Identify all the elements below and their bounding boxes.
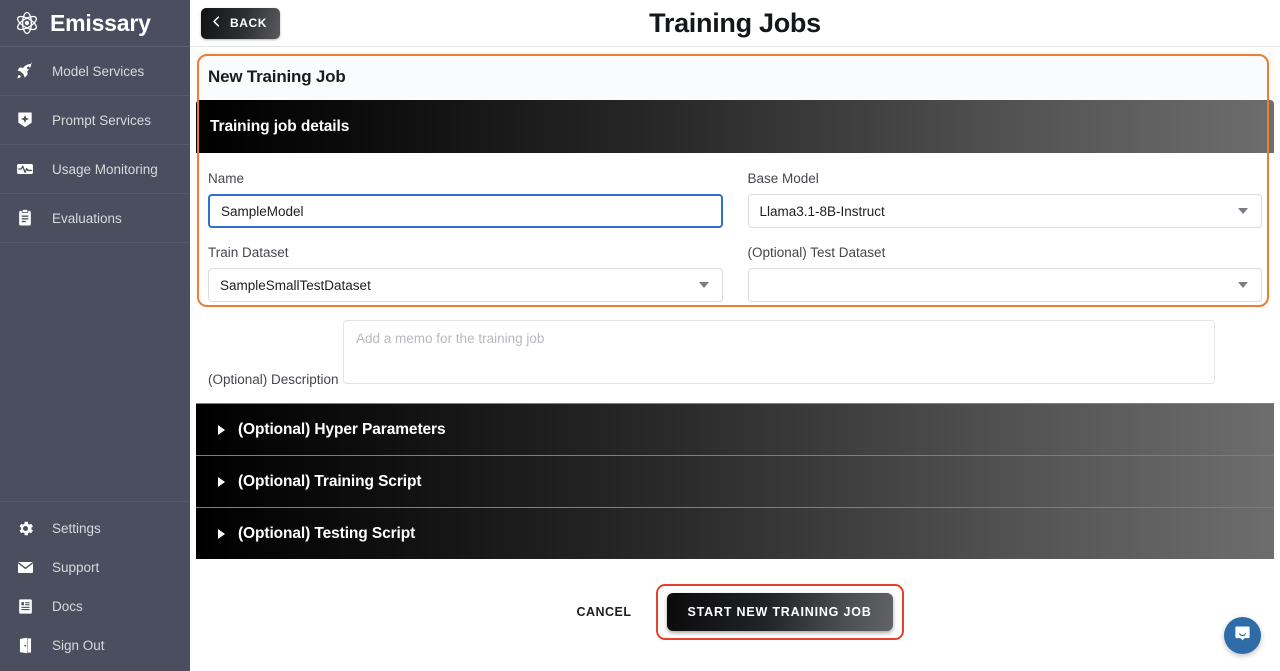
chevron-left-icon [209,14,224,32]
sidebar-item-support[interactable]: Support [0,548,190,587]
form-actions: CANCEL START NEW TRAINING JOB [196,559,1274,640]
test-dataset-select[interactable] [747,268,1262,302]
back-button-label: BACK [230,16,268,30]
cancel-button[interactable]: CANCEL [566,597,641,627]
accordion-label: (Optional) Testing Script [238,524,416,542]
envelope-icon [14,557,36,579]
sidebar-item-label: Settings [52,521,101,536]
rocket-icon [14,60,36,82]
chevron-down-icon [1238,282,1248,288]
accordion-label: (Optional) Hyper Parameters [238,420,446,438]
sidebar-item-evaluations[interactable]: Evaluations [0,194,190,243]
name-input[interactable] [208,194,723,228]
field-train-dataset: Train Dataset SampleSmallTestDataset [208,245,723,302]
test-dataset-label: (Optional) Test Dataset [747,245,886,260]
sidebar-item-label: Sign Out [52,638,105,653]
sidebar-item-model-services[interactable]: Model Services [0,47,190,96]
description-section: (Optional) Description [196,312,1274,403]
train-dataset-value: SampleSmallTestDataset [220,277,371,293]
sign-out-icon [14,635,36,657]
top-bar: BACK Training Jobs [190,0,1280,47]
activity-monitor-icon [14,158,36,180]
gear-icon [14,518,36,540]
page-title: Training Jobs [649,7,821,38]
details-header-label: Training job details [210,117,350,135]
description-textarea[interactable] [343,320,1216,384]
sidebar-item-docs[interactable]: Docs [0,587,190,626]
brand-name: Emissary [50,9,151,36]
document-icon [14,596,36,618]
train-dataset-label: Train Dataset [208,245,289,260]
field-base-model: Base Model Llama3.1-8B-Instruct [747,171,1262,228]
sidebar-item-label: Usage Monitoring [52,161,158,177]
sidebar-item-label: Prompt Services [52,112,152,128]
prompt-badge-icon [14,109,36,131]
sidebar-item-label: Model Services [52,63,145,79]
emissary-atom-logo-icon [13,9,41,37]
accordion-training-script[interactable]: (Optional) Training Script [196,455,1274,507]
base-model-label: Base Model [747,171,819,186]
triangle-right-icon [218,424,225,435]
training-job-form: Name Base Model Llama3.1-8B-Instruct Tra [196,153,1274,312]
sidebar-item-usage-monitoring[interactable]: Usage Monitoring [0,145,190,194]
base-model-select[interactable]: Llama3.1-8B-Instruct [747,194,1262,228]
main-content: BACK Training Jobs New Training Job Trai… [190,0,1280,671]
accordion-hyper-parameters[interactable]: (Optional) Hyper Parameters [196,403,1274,455]
sidebar-spacer [0,243,190,502]
app-root: Emissary Model Services Prompt Services … [0,0,1280,671]
field-name: Name [208,171,723,228]
triangle-right-icon [218,476,225,487]
sidebar-item-label: Docs [52,599,83,614]
description-label: (Optional) Description [208,372,339,387]
chevron-down-icon [698,282,709,288]
sidebar-item-prompt-services[interactable]: Prompt Services [0,96,190,145]
training-job-details-header: Training job details [196,100,1274,153]
triangle-right-icon [218,528,225,539]
sidebar-item-label: Evaluations [52,210,122,226]
name-label: Name [208,171,245,186]
new-training-job-card: New Training Job Training job details Na… [196,52,1274,640]
field-test-dataset: (Optional) Test Dataset [747,245,1262,302]
card-title: New Training Job [208,67,346,86]
submit-highlight-ring: START NEW TRAINING JOB [655,584,904,640]
form-grid: Name Base Model Llama3.1-8B-Instruct Tra [208,171,1262,312]
train-dataset-select[interactable]: SampleSmallTestDataset [208,268,723,302]
sidebar-item-sign-out[interactable]: Sign Out [0,626,190,665]
sidebar-secondary-nav: Settings Support Docs Sign Out [0,502,190,671]
chat-bubble-icon [1233,624,1252,648]
content-area: New Training Job Training job details Na… [190,47,1280,671]
chevron-down-icon [1238,208,1248,214]
start-new-training-job-button[interactable]: START NEW TRAINING JOB [666,593,893,631]
sidebar-primary-nav: Model Services Prompt Services Usage Mon… [0,47,190,243]
chat-launcher-button[interactable] [1224,617,1261,654]
sidebar: Emissary Model Services Prompt Services … [0,0,190,671]
accordion-label: (Optional) Training Script [238,472,422,490]
brand[interactable]: Emissary [0,0,190,47]
clipboard-icon [14,207,36,229]
sidebar-item-label: Support [52,560,100,575]
accordion-testing-script[interactable]: (Optional) Testing Script [196,507,1274,559]
base-model-value: Llama3.1-8B-Instruct [759,203,885,219]
sidebar-item-settings[interactable]: Settings [0,509,190,548]
back-button[interactable]: BACK [201,7,281,39]
